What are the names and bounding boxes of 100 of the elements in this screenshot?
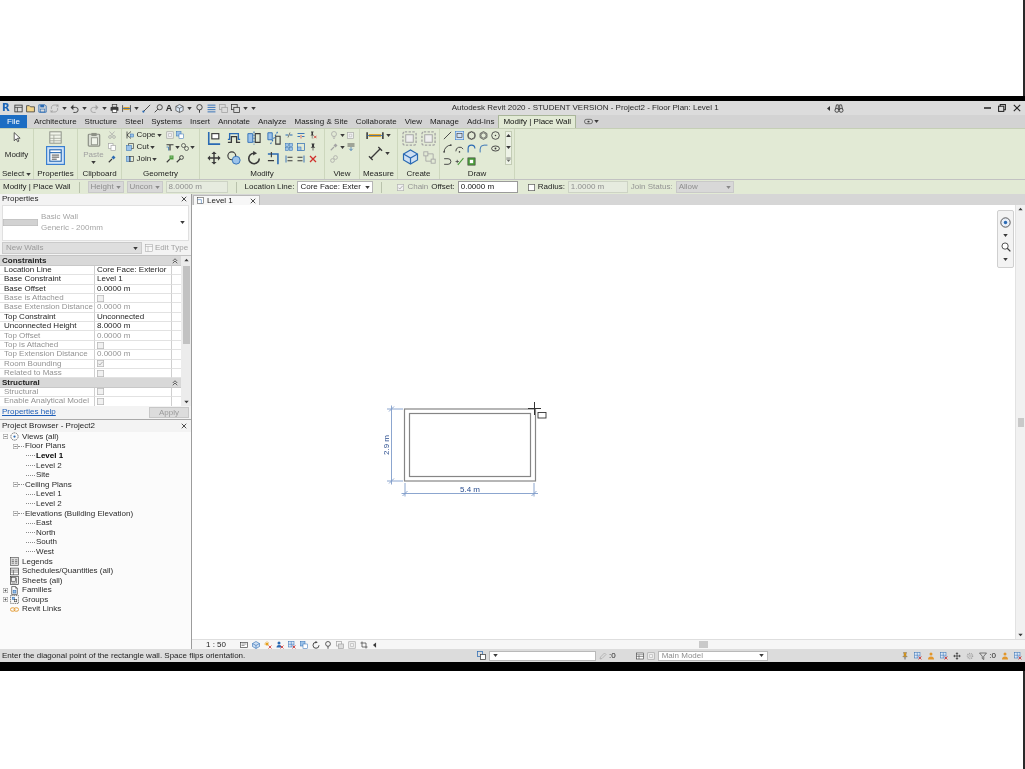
caret-icon[interactable] [26,172,32,176]
printer-icon[interactable] [109,103,119,113]
close-icon[interactable] [1013,104,1021,112]
join-button[interactable]: Join [126,155,152,163]
caret-icon[interactable] [156,133,162,137]
collapse-icon[interactable] [13,511,18,517]
undo-icon[interactable] [69,103,79,113]
join-icon[interactable] [126,155,135,163]
zoom-icon[interactable] [1000,242,1011,253]
caret-icon[interactable] [187,106,193,110]
marker-icon[interactable] [195,103,205,113]
caret-icon[interactable] [61,106,67,110]
collapse-icon[interactable] [13,443,18,449]
tree-item[interactable]: Level 2 [36,499,62,508]
scroll-thumb[interactable] [698,641,708,648]
input-field[interactable]: 0.0000 m [457,181,518,193]
rings-icon[interactable] [180,143,189,151]
arc-icon[interactable] [454,144,464,153]
arc-icon[interactable] [478,144,488,153]
ribbon-tab[interactable]: Collaborate [351,115,401,128]
paper-icon[interactable] [240,640,248,649]
folder-icon[interactable] [25,103,35,113]
magnifier-icon[interactable] [153,103,163,113]
caret-icon[interactable] [189,145,195,149]
app-logo[interactable]: R [2,103,10,113]
line-icon[interactable] [442,131,452,140]
offset-icon[interactable] [227,131,241,145]
document-tab[interactable]: Level 1 [193,195,260,205]
expand-icon[interactable] [3,597,8,603]
move-icon[interactable] [953,651,962,660]
blocks-icon[interactable] [300,640,308,649]
line-icon[interactable] [141,103,151,113]
dimension-label[interactable]: 5.4 m [460,484,480,494]
scale-icon[interactable] [297,143,305,151]
help-link[interactable]: Properties help [2,408,56,418]
ellipse-icon[interactable] [490,144,500,153]
scroll-thumb[interactable] [1017,417,1024,427]
delete-icon[interactable] [309,155,317,163]
tree-item[interactable]: Level 1 [36,490,62,499]
tree-item[interactable]: North [36,528,56,537]
caret-icon[interactable] [339,133,345,137]
rotate-icon[interactable] [247,151,261,165]
sheet-icon[interactable] [10,576,19,586]
dimension-icon[interactable] [121,103,131,113]
tree-item[interactable]: Sheets (all) [22,576,63,585]
ribbon-tab[interactable]: Steel [121,115,148,128]
paint-icon[interactable] [165,155,174,163]
table-icon[interactable] [10,566,19,576]
cube-icon[interactable] [401,149,419,165]
grid-icon[interactable] [1014,651,1022,660]
unpin-icon[interactable] [309,131,317,139]
expand-icon[interactable] [3,587,8,593]
align-lines-icon[interactable] [297,155,305,163]
dimension-line[interactable] [386,405,404,485]
ribbon-tab[interactable]: Add-Ins [462,115,499,128]
caret-icon[interactable] [133,106,139,110]
dropdown[interactable]: Main Model [657,650,768,661]
collapse-left-icon[interactable] [372,641,377,648]
save-icon[interactable] [37,103,47,113]
dropdown[interactable]: Core Face: Exter [297,181,374,193]
marker-icon[interactable] [324,640,332,649]
split-icon[interactable] [285,131,293,139]
pin-icon[interactable] [309,143,317,151]
cope-button[interactable]: Cope [126,131,156,139]
caret-icon[interactable] [339,145,345,149]
grid-icon[interactable] [288,640,296,649]
worksets-icon[interactable] [477,651,486,660]
trim-icon[interactable] [267,151,281,165]
close-icon[interactable] [181,423,187,429]
ribbon-tab[interactable]: File [0,115,27,128]
measure-icon[interactable] [367,146,383,161]
scroll-down-icon[interactable] [1018,633,1023,637]
scroll-up-icon[interactable] [1018,207,1023,211]
collapse-icon[interactable] [172,379,178,386]
scroll-thumb[interactable] [182,266,190,345]
property-value[interactable]: Unconnected [95,312,172,323]
ribbon-tab[interactable]: Massing & Site [290,115,352,128]
ribbon-tab[interactable]: Analyze [254,115,291,128]
dimension-label[interactable]: 2.9 m [382,435,391,455]
group-icon[interactable] [10,595,19,605]
ribbon-tab[interactable]: Structure [80,115,122,128]
circles-icon[interactable] [227,151,241,165]
panel-label[interactable]: Select [1,169,25,179]
caret-icon[interactable] [384,152,390,155]
collapse-icon[interactable] [172,257,178,264]
dimension-line[interactable] [401,482,539,497]
hexagon-icon[interactable] [478,131,488,140]
group-header[interactable]: Structural [0,378,181,388]
align-icon[interactable] [207,131,221,145]
cut-button[interactable]: Cut [126,143,149,151]
mirror-icon[interactable] [267,131,281,145]
group-header[interactable]: Constraints [0,256,181,266]
move-icon[interactable] [207,151,221,165]
expand-list-icon[interactable] [505,157,511,162]
ribbon-tab[interactable]: Manage [425,115,463,128]
tree-item[interactable]: South [36,538,57,547]
scale-label[interactable]: 1 : 50 [206,640,226,649]
ribbon-tab[interactable]: Insert [185,115,214,128]
tree-item[interactable]: Families [22,586,52,595]
caret-icon[interactable] [493,654,498,657]
